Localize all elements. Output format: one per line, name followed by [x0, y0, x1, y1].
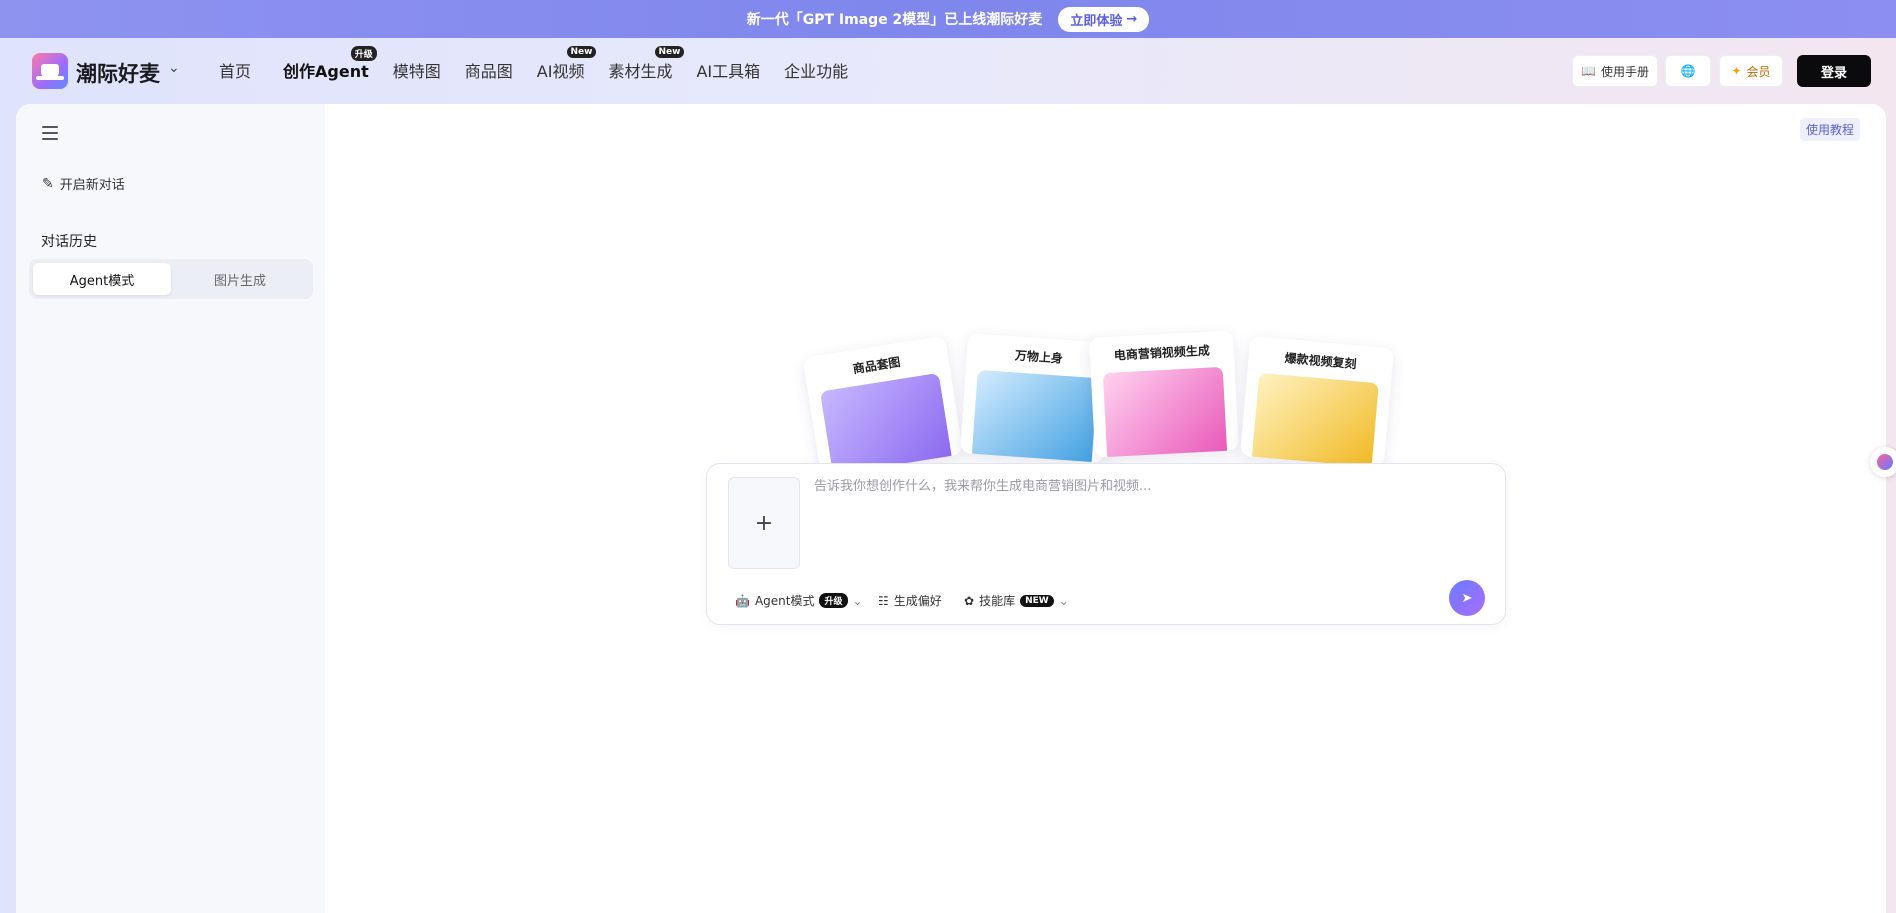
new-badge: New [566, 46, 597, 58]
try-now-label: 立即体验 [1070, 13, 1123, 29]
sparkle-icon: ✦ [1731, 64, 1742, 78]
nav-model-image[interactable]: 模特图 [393, 58, 441, 82]
nav-ai-toolbox[interactable]: AI工具箱 [696, 58, 760, 82]
feature-card-marketing-video[interactable]: 电商营销视频生成 [1088, 330, 1240, 458]
new-chat-label: 开启新对话 [59, 178, 125, 193]
new-badge: NEW [1020, 594, 1054, 607]
tab-agent-mode[interactable]: Agent模式 [33, 263, 171, 295]
preference-button[interactable]: ☷ 生成偏好 [878, 592, 942, 609]
card-image [1102, 366, 1228, 458]
nav-create-agent[interactable]: 创作Agent 升级 [283, 46, 377, 82]
hat-icon [36, 64, 64, 80]
chevron-down-icon: ⌄ [852, 593, 863, 608]
sidebar: ✎ 开启新对话 对话历史 Agent模式 图片生成 [16, 104, 325, 913]
arrow-right-icon: → [1126, 11, 1138, 27]
sliders-icon: ☷ [878, 593, 889, 608]
try-now-button[interactable]: 立即体验 → [1058, 6, 1150, 32]
mode-tabs: Agent模式 图片生成 [29, 259, 313, 299]
nav-material-gen[interactable]: 素材生成 New [608, 46, 685, 82]
upgrade-badge: 升级 [350, 46, 377, 61]
tab-image-gen[interactable]: 图片生成 [171, 263, 309, 295]
nav-ai-video[interactable]: AI视频 New [537, 46, 597, 82]
nav-enterprise[interactable]: 企业功能 [784, 58, 848, 82]
book-icon: 📖 [1581, 64, 1596, 78]
manual-button[interactable]: 📖 使用手册 [1572, 55, 1658, 87]
prompt-composer: + 🤖 Agent模式 升级 ⌄ ☷ 生成偏好 ✿ 技能库 NEW ⌄ ➤ [706, 463, 1506, 625]
member-button[interactable]: ✦ 会员 [1719, 55, 1783, 87]
agent-mode-label: Agent模式 [754, 594, 815, 608]
tutorial-button[interactable]: 使用教程 [1800, 118, 1861, 141]
main-nav: 首页 创作Agent 升级 模特图 商品图 AI视频 New 素材生成 New … [219, 46, 872, 82]
menu-icon[interactable] [42, 126, 58, 140]
nav-product-image[interactable]: 商品图 [465, 58, 513, 82]
send-button[interactable]: ➤ [1449, 580, 1485, 616]
card-image [819, 372, 953, 477]
card-image [971, 369, 1098, 463]
plus-icon: + [754, 510, 774, 536]
banner-text: 新一代「GPT Image 2模型」已上线潮际好麦 [746, 12, 1043, 28]
login-button[interactable]: 登录 [1797, 55, 1871, 87]
member-label: 会员 [1746, 64, 1771, 79]
card-image [1251, 372, 1379, 469]
send-icon: ➤ [1461, 590, 1473, 606]
brand-logo[interactable] [32, 53, 68, 89]
card-title: 爆款视频复刻 [1284, 351, 1358, 372]
manual-label: 使用手册 [1600, 64, 1649, 79]
agent-mode-selector[interactable]: 🤖 Agent模式 升级 ⌄ [735, 592, 863, 609]
history-title: 对话历史 [41, 234, 97, 250]
preference-label: 生成偏好 [893, 594, 942, 608]
upload-button[interactable]: + [728, 477, 800, 569]
new-chat-button[interactable]: ✎ 开启新对话 [42, 174, 125, 194]
feature-card-product-set[interactable]: 商品套图 [802, 335, 964, 477]
upgrade-badge: 升级 [819, 593, 848, 608]
prompt-input[interactable] [814, 479, 1474, 494]
new-badge: New [654, 46, 685, 58]
edit-icon: ✎ [42, 175, 54, 192]
nav-home[interactable]: 首页 [219, 58, 251, 82]
chevron-down-icon: ⌄ [1058, 593, 1069, 608]
skills-selector[interactable]: ✿ 技能库 NEW ⌄ [964, 592, 1069, 609]
skills-label: 技能库 [979, 594, 1016, 608]
brain-icon: ✿ [964, 593, 975, 608]
brand-name[interactable]: 潮际好麦 [76, 58, 160, 88]
robot-icon: 🤖 [735, 593, 750, 608]
top-banner: 新一代「GPT Image 2模型」已上线潮际好麦 立即体验 → [0, 0, 1896, 38]
card-title: 电商营销视频生成 [1113, 343, 1211, 363]
main-panel: ✎ 开启新对话 对话历史 Agent模式 图片生成 使用教程 商品套图 万物上身… [16, 104, 1886, 913]
globe-icon: 🌐 [1680, 64, 1696, 78]
chevron-down-icon[interactable]: ⌄ [168, 60, 180, 76]
feature-card-video-replicate[interactable]: 爆款视频复刻 [1240, 335, 1394, 469]
assistant-float-button[interactable] [1870, 447, 1896, 477]
assistant-icon [1877, 454, 1893, 470]
header: 潮际好麦 ⌄ 首页 创作Agent 升级 模特图 商品图 AI视频 New 素材… [0, 38, 1896, 104]
language-button[interactable]: 🌐 [1665, 55, 1711, 87]
